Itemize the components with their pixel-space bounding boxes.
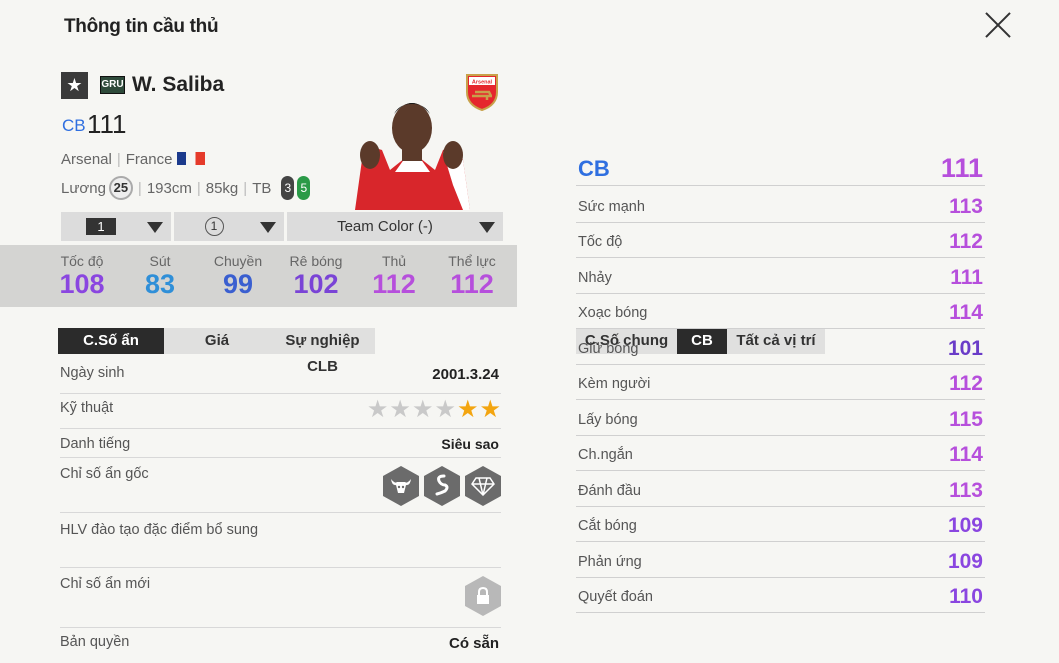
stat-pace: Tốc độ 108 xyxy=(59,253,105,299)
coach-row: HLV đào tạo đặc điểm bổ sung xyxy=(60,513,501,568)
page-title: Thông tin cầu thủ xyxy=(64,16,219,37)
player-position: CB xyxy=(62,116,86,135)
position-stat-row: Lấy bóng 115 xyxy=(576,400,985,436)
position-rating-value: 111 xyxy=(940,153,983,183)
diamond-icon[interactable] xyxy=(465,466,501,506)
svg-text:Arsenal: Arsenal xyxy=(472,80,493,86)
position-stat-row: Giữ bóng 101 xyxy=(576,329,985,365)
height: 193cm xyxy=(146,179,192,197)
favorite-star-icon[interactable]: ★ xyxy=(61,72,88,99)
level-dropdown[interactable]: 1 xyxy=(61,212,171,241)
license-row: Bản quyền Có sẵn xyxy=(60,634,499,652)
team-color-level-value: 1 xyxy=(204,217,224,236)
team-color-value: Team Color (-) xyxy=(337,218,433,235)
close-icon[interactable] xyxy=(983,10,1013,40)
player-overall: 111 xyxy=(87,109,127,139)
position-stat-row: Xoạc bóng 114 xyxy=(576,294,985,329)
position-stat-row: Quyết đoán 110 xyxy=(576,578,985,613)
skill-row: Kỹ thuật ★★★★★★ xyxy=(60,394,501,429)
left-foot-badge: 3 xyxy=(281,176,295,200)
france-flag-icon xyxy=(177,152,206,165)
snake-icon[interactable] xyxy=(424,466,460,506)
position-stat-row: Nhảy 111 xyxy=(576,258,985,294)
tab-club-career[interactable]: Sự nghiệp CLB xyxy=(270,328,375,375)
team-color-level-dropdown[interactable]: 1 xyxy=(174,212,284,241)
traits-row: Chỉ số ẩn gốc xyxy=(60,458,501,513)
star-icon: ★ xyxy=(479,396,501,423)
star-icon: ★ xyxy=(456,396,479,423)
position-stat-row: Tốc độ 112 xyxy=(576,223,985,258)
position-stat-row: Sức mạnh 113 xyxy=(576,187,985,223)
club-nation-line: Arsenal | France xyxy=(61,151,206,168)
chevron-down-icon xyxy=(147,222,163,233)
stat-shooting: Sút 83 xyxy=(144,253,176,299)
detail-tabs: C.Số ẩn Giá Sự nghiệp CLB xyxy=(58,328,375,375)
stat-defending: Thủ 112 xyxy=(372,253,416,299)
star-icon: ★ xyxy=(366,396,389,423)
fame-value: Siêu sao xyxy=(441,436,499,452)
star-icon: ★ xyxy=(389,396,411,423)
fame-row: Danh tiếng Siêu sao xyxy=(60,429,501,458)
season-badge: GRU xyxy=(100,76,125,94)
main-stats-bar: Tốc độ 108 Sút 83 Chuyền 99 Rê bóng 102 Thủ 1… xyxy=(0,245,517,307)
body-type: TB xyxy=(252,179,272,197)
bull-icon[interactable] xyxy=(383,466,419,506)
position-rating-label: CB xyxy=(578,156,610,181)
stat-physical: Thể lực 112 xyxy=(448,253,496,299)
star-icon: ★ xyxy=(434,396,456,423)
player-name: W. Saliba xyxy=(132,73,225,96)
lock-icon[interactable] xyxy=(465,576,501,616)
nation-name: France xyxy=(125,151,173,168)
stat-passing: Chuyền 99 xyxy=(213,253,263,299)
license-value: Có sẵn xyxy=(448,635,499,652)
position-stat-row: Kèm người 112 xyxy=(576,365,985,400)
skill-stars: ★★★★★★ xyxy=(366,395,501,424)
position-stat-row: Cắt bóng 109 xyxy=(576,507,985,542)
birth-row: Ngày sinh 2001.3.24 xyxy=(60,360,501,394)
right-foot-badge: 5 xyxy=(297,176,311,200)
position-stat-row: Đánh đầu 113 xyxy=(576,471,985,507)
club-name: Arsenal xyxy=(61,151,112,168)
salary-badge: 25 xyxy=(108,176,133,200)
position-stat-row: Phản ứng 109 xyxy=(576,542,985,578)
position-rating-row: CB 111 xyxy=(576,150,985,186)
star-icon: ★ xyxy=(411,396,434,423)
physical-line: Lương 25 | 193cm | 85kg | TB 3 5 xyxy=(61,176,311,200)
weight: 85kg xyxy=(205,179,239,197)
team-color-dropdown[interactable]: Team Color (-) xyxy=(287,212,503,241)
chevron-down-icon xyxy=(260,222,276,233)
salary-label: Lương xyxy=(61,179,106,197)
player-photo xyxy=(355,103,470,210)
tab-hidden-stats[interactable]: C.Số ẩn xyxy=(58,328,164,354)
new-traits-row: Chỉ số ẩn mới xyxy=(60,568,501,628)
stat-dribbling: Rê bóng 102 xyxy=(289,253,343,299)
birth-date: 2001.3.24 xyxy=(432,366,499,383)
chevron-down-icon xyxy=(479,222,495,233)
level-value: 1 xyxy=(86,218,116,235)
position-stat-row: Ch.ngắn 114 xyxy=(576,436,985,471)
tab-price[interactable]: Giá xyxy=(164,328,270,354)
